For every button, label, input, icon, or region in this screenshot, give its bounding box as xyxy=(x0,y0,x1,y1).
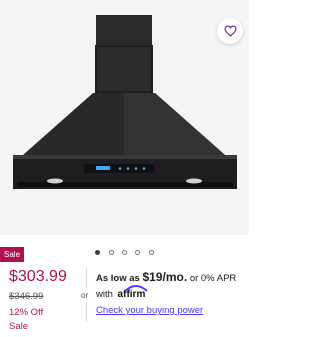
divider xyxy=(86,302,87,322)
carousel-dot[interactable] xyxy=(108,250,114,256)
product-image-area[interactable] xyxy=(0,0,249,235)
image-carousel-dots xyxy=(0,244,249,256)
carousel-dot[interactable] xyxy=(135,250,141,256)
sale-text: Sale xyxy=(9,321,29,332)
range-hood-image xyxy=(13,15,237,189)
or-text: or xyxy=(81,291,89,300)
favorite-button[interactable] xyxy=(217,18,243,44)
financing-suffix: or 0% APR xyxy=(189,273,237,284)
financing-monthly: $19/mo. xyxy=(142,270,188,284)
carousel-dot[interactable] xyxy=(122,250,127,256)
heart-outline-icon xyxy=(223,25,237,37)
financing-prefix: As low as xyxy=(96,273,140,284)
check-buying-power-link[interactable]: Check your buying power xyxy=(96,305,203,316)
financing-offer: As low as $19/mo. or 0% APR xyxy=(96,270,236,284)
financing-with: with xyxy=(96,289,113,300)
original-price: $346.99 xyxy=(9,291,44,302)
discount-label: 12% Off xyxy=(9,307,44,318)
carousel-dot[interactable] xyxy=(148,250,154,256)
current-price: $303.99 xyxy=(9,268,67,285)
affirm-logo: affirm xyxy=(118,285,148,300)
affirm-arc-icon xyxy=(123,285,148,292)
carousel-dot[interactable] xyxy=(95,250,101,256)
divider xyxy=(86,268,87,288)
financing-provider-line: with affirm xyxy=(96,285,148,300)
